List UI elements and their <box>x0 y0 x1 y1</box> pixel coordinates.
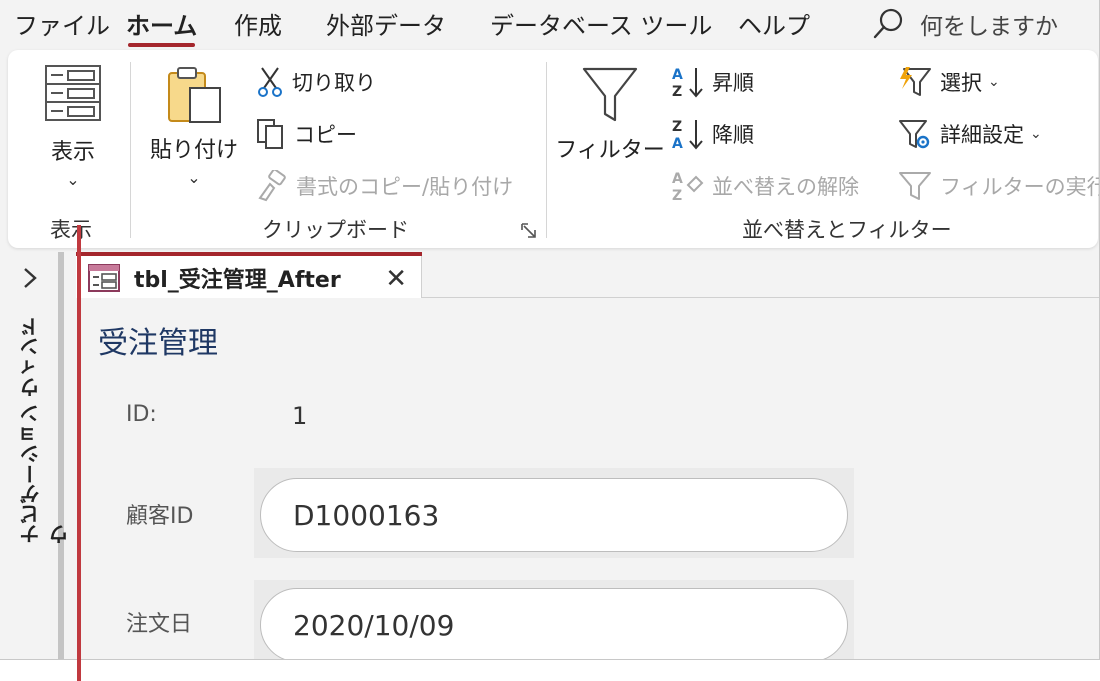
view-label: 表示 <box>50 140 95 165</box>
tab-help[interactable]: ヘルプ <box>738 6 810 41</box>
cut-button[interactable]: 切り取り <box>256 64 376 100</box>
toggle-filter-button[interactable]: フィルターの実行 <box>898 168 1100 204</box>
dialog-launcher-icon[interactable] <box>520 222 538 240</box>
customer-id-label: 顧客ID <box>126 504 194 529</box>
chevron-down-icon: ⌄ <box>66 170 80 189</box>
access-window: ファイル ホーム 作成 外部データ データベース ツール ヘルプ 何をしますか <box>0 0 1100 660</box>
advanced-filter-button[interactable]: 詳細設定 ⌄ <box>898 116 1042 152</box>
customer-id-field[interactable] <box>260 478 848 552</box>
annotation-marker-line <box>77 225 81 681</box>
chevron-down-icon: ⌄ <box>1030 126 1042 142</box>
sort-ascending-button[interactable]: A Z 昇順 <box>670 64 754 100</box>
document-tab-bar: tbl_受注管理_After ✕ <box>76 256 1099 299</box>
tab-external-data[interactable]: 外部データ <box>326 6 446 41</box>
copy-button[interactable]: コピー <box>256 116 357 152</box>
paste-label: 貼り付け <box>150 138 239 163</box>
form-icon <box>88 263 120 292</box>
scissors-icon <box>258 67 282 97</box>
clear-sort-label: 並べ替えの解除 <box>712 175 859 199</box>
svg-text:Z: Z <box>672 188 682 203</box>
cut-label: 切り取り <box>292 71 376 95</box>
document-tab-title: tbl_受注管理_After <box>134 267 341 293</box>
format-painter-label: 書式のコピー/貼り付け <box>296 175 514 199</box>
clear-sort-button[interactable]: A Z 並べ替えの解除 <box>670 168 859 204</box>
funnel-icon <box>582 67 638 122</box>
navigation-pane-title[interactable]: ナビゲーション ウィンドウ <box>16 314 74 544</box>
tab-home[interactable]: ホーム <box>126 6 197 47</box>
search-icon <box>873 8 903 39</box>
chevron-down-icon: ⌄ <box>988 74 1000 90</box>
document-tab[interactable]: tbl_受注管理_After ✕ <box>76 256 422 299</box>
svg-text:A: A <box>672 171 683 187</box>
group-divider <box>130 62 131 238</box>
form-view: 受注管理 ID: 1 顧客ID 注文日 <box>76 298 1099 659</box>
svg-text:A: A <box>672 67 683 83</box>
paintbrush-icon <box>258 170 286 202</box>
copy-label: コピー <box>294 123 357 147</box>
order-date-label: 注文日 <box>126 612 193 637</box>
id-label: ID: <box>126 402 157 427</box>
svg-text:Z: Z <box>672 119 682 135</box>
paste-icon <box>168 67 221 123</box>
ribbon-tab-bar: ファイル ホーム 作成 外部データ データベース ツール ヘルプ 何をしますか <box>0 0 1099 48</box>
advanced-filter-label: 詳細設定 <box>940 123 1024 147</box>
ribbon-panel: 表示 ⌄ 表示 貼り付け ⌄ 切り取り コピー 書式のコピー/貼り付け クリップ… <box>8 50 1100 248</box>
advanced-filter-icon <box>899 120 930 149</box>
tell-me-box[interactable]: 何をしますか <box>872 4 1058 44</box>
paste-button[interactable]: 貼り付け ⌄ <box>150 66 238 187</box>
chevron-right-icon[interactable] <box>18 266 42 290</box>
form-title: 受注管理 <box>98 326 218 361</box>
tab-create[interactable]: 作成 <box>234 6 282 41</box>
group-divider <box>546 62 547 238</box>
filter-label: フィルター <box>555 138 665 163</box>
tab-database-tools[interactable]: データベース ツール <box>490 6 712 41</box>
chevron-down-icon: ⌄ <box>187 168 201 187</box>
copy-icon <box>257 119 283 149</box>
group-label-sort-filter: 並べ替えとフィルター <box>742 218 952 242</box>
id-value: 1 <box>292 402 308 430</box>
view-icon <box>45 65 101 121</box>
toggle-filter-icon <box>899 172 931 200</box>
sort-ascending-icon: A Z <box>672 67 703 99</box>
filter-button[interactable]: フィルター <box>555 66 665 164</box>
selection-label: 選択 <box>940 71 982 95</box>
group-label-clipboard: クリップボード <box>262 218 409 242</box>
sort-ascending-label: 昇順 <box>712 71 754 95</box>
navigation-pane: ナビゲーション ウィンドウ <box>0 252 72 659</box>
tell-me-placeholder: 何をしますか <box>920 14 1058 40</box>
selection-filter-icon <box>900 67 931 96</box>
sort-descending-label: 降順 <box>712 123 754 147</box>
close-icon[interactable]: ✕ <box>385 264 407 294</box>
tab-file[interactable]: ファイル <box>14 6 110 41</box>
sort-descending-icon: Z A <box>672 119 703 151</box>
svg-text:Z: Z <box>672 84 682 99</box>
svg-text:A: A <box>672 136 683 151</box>
selection-button[interactable]: 選択 ⌄ <box>898 64 1000 100</box>
order-date-field[interactable] <box>260 588 848 659</box>
format-painter-button[interactable]: 書式のコピー/貼り付け <box>256 168 513 204</box>
toggle-filter-label: フィルターの実行 <box>940 175 1100 199</box>
sort-descending-button[interactable]: Z A 降順 <box>670 116 754 152</box>
view-button[interactable]: 表示 ⌄ <box>36 64 110 189</box>
group-label-view: 表示 <box>50 218 92 242</box>
clear-sort-icon: A Z <box>672 171 704 203</box>
